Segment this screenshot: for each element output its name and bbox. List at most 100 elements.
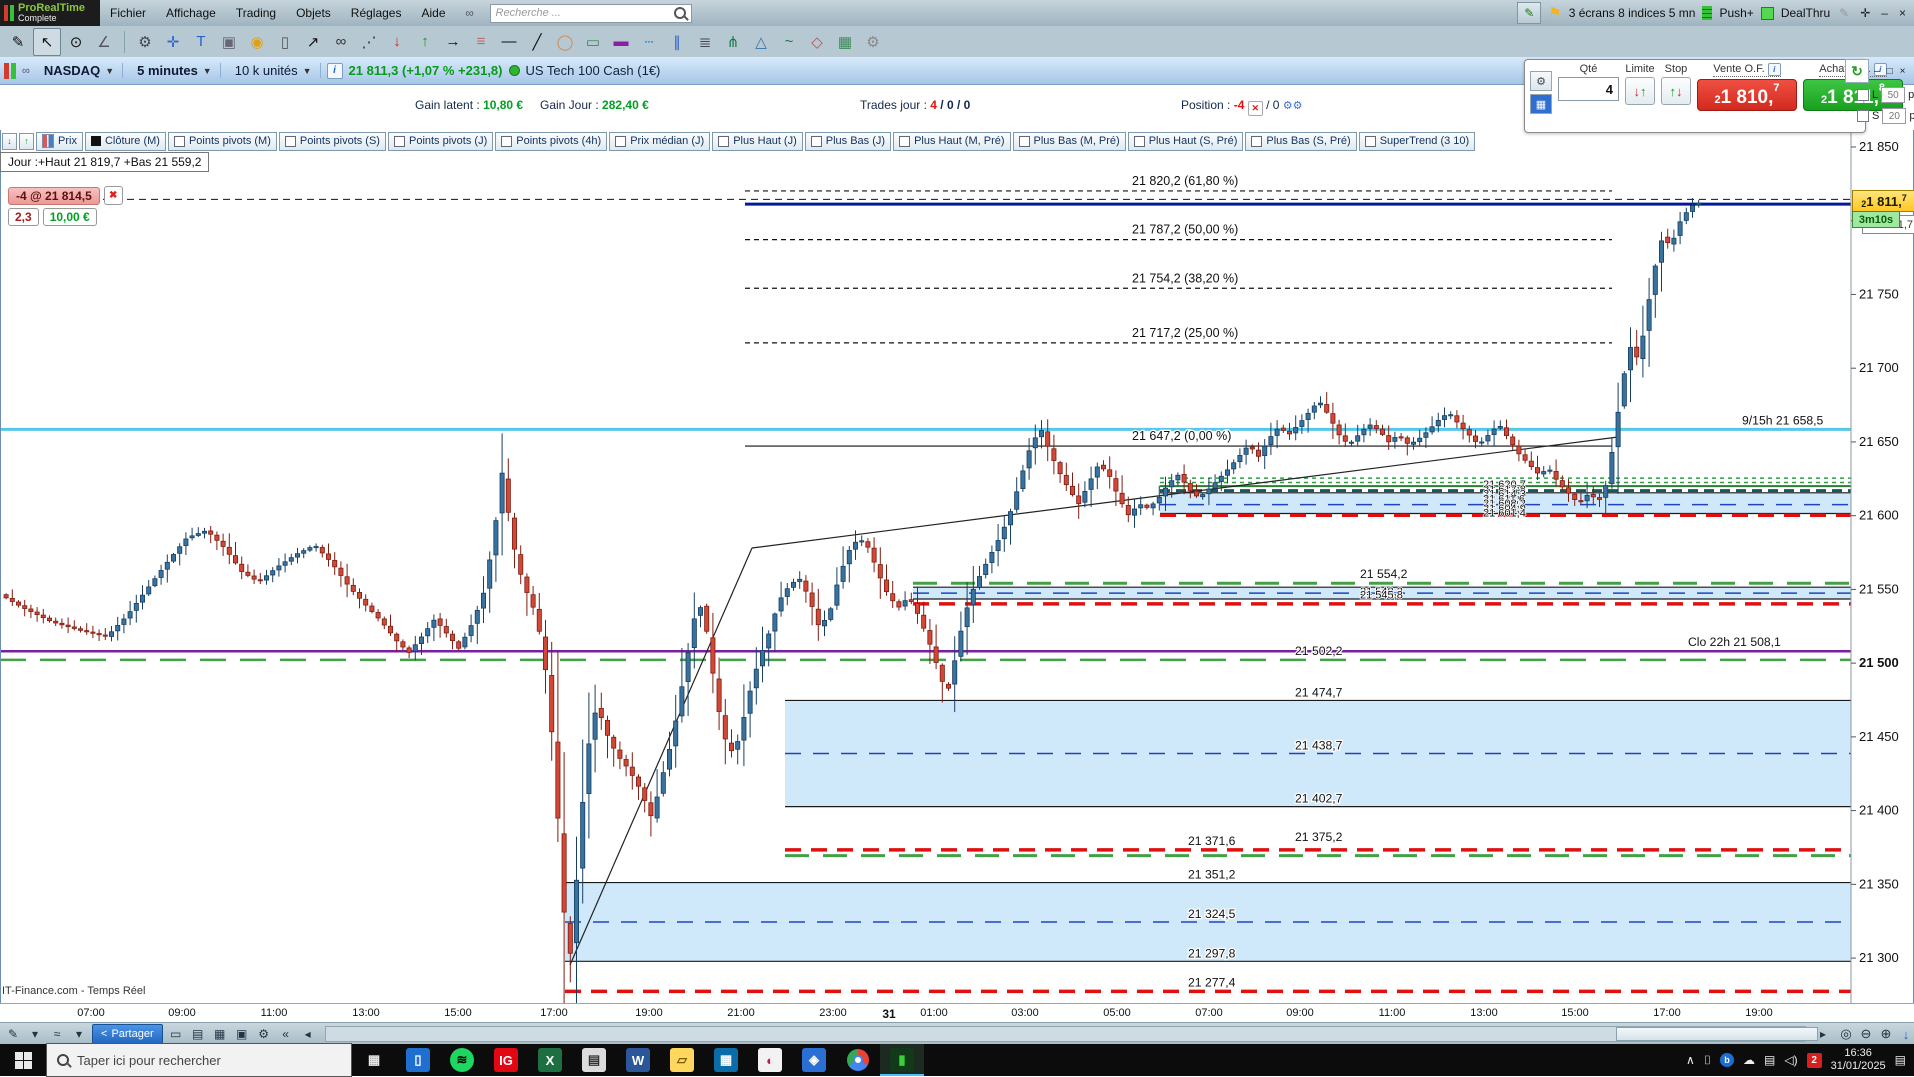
zoom-out-icon[interactable]: ⊖ <box>1856 1025 1876 1043</box>
grid-icon[interactable]: ▦ <box>832 29 858 55</box>
link-icon[interactable]: ∞ <box>457 0 483 26</box>
settings-icon[interactable]: ⚙ <box>860 29 886 55</box>
indicator-checkbox[interactable] <box>501 135 513 147</box>
text-icon[interactable]: T <box>188 29 214 55</box>
indicator-checkbox[interactable] <box>284 135 296 147</box>
candle-icon[interactable] <box>42 134 54 148</box>
comment-icon[interactable]: ▭ <box>165 1025 187 1043</box>
indicator-checkbox[interactable] <box>899 135 911 147</box>
tray-chevron-icon[interactable]: ∧ <box>1686 1053 1695 1067</box>
chart-type-icon[interactable]: ≈ <box>46 1025 68 1043</box>
pin-icon[interactable]: ✛ <box>1858 6 1872 20</box>
scroll-up-indicator-icon[interactable]: ↑ <box>19 132 34 150</box>
workspace-label[interactable]: 3 écrans 8 indices 5 mn <box>1569 6 1696 20</box>
diagline-icon[interactable]: ╱ <box>524 29 550 55</box>
menu-item-objets[interactable]: Objets <box>286 6 341 20</box>
polyline-icon[interactable]: ⋰ <box>356 29 382 55</box>
parallel-icon[interactable]: ≡ <box>468 29 494 55</box>
push-label[interactable]: Push+ <box>1719 6 1753 20</box>
volume-icon[interactable]: ◁) <box>1784 1053 1797 1067</box>
indicator-chip-plus-bas-j-[interactable]: Plus Bas (J) <box>804 131 892 151</box>
excel-icon[interactable]: X <box>528 1044 572 1076</box>
indicator-chip-prix-m-dian-j-[interactable]: Prix médian (J) <box>609 131 711 151</box>
taskbar-search-input[interactable]: Taper ici pour rechercher <box>46 1043 352 1077</box>
word-icon[interactable]: W <box>616 1044 660 1076</box>
ig-app-icon[interactable]: IG <box>484 1044 528 1076</box>
report-icon[interactable]: ▤ <box>187 1025 209 1043</box>
menu-item-trading[interactable]: Trading <box>226 6 286 20</box>
zoom-fit-icon[interactable]: ◎ <box>1836 1025 1856 1043</box>
timeframe-dropdown[interactable]: 5 minutes ▼ <box>129 63 221 78</box>
indicator-chip-points-pivots-m-[interactable]: Points pivots (M) <box>167 131 277 151</box>
chart-scrollbar[interactable] <box>324 1026 1818 1042</box>
indicator-chip-plus-bas-m-pr-[interactable]: Plus Bas (M, Pré) <box>1012 131 1126 151</box>
blue-dash-icon[interactable]: ┄ <box>636 29 662 55</box>
phone-app-icon[interactable]: ▯ <box>396 1044 440 1076</box>
indicator-checkbox[interactable] <box>810 135 822 147</box>
refresh-icon[interactable]: ↻ <box>1845 59 1869 83</box>
units-dropdown[interactable]: 10 k unités ▼ <box>227 63 321 78</box>
draw-tool-icon[interactable]: ✎ <box>2 1025 24 1043</box>
ruler-icon[interactable]: ∠ <box>91 29 117 55</box>
scroll-down-icon[interactable]: ↓ <box>1896 1025 1914 1043</box>
segment-icon[interactable]: ∞ <box>328 29 354 55</box>
indicator-checkbox[interactable] <box>615 135 627 147</box>
zoom-icon[interactable]: ⊙ <box>63 29 89 55</box>
arrow-down-icon[interactable]: ↓ <box>384 29 410 55</box>
trendarrow-icon[interactable]: ↗ <box>300 29 326 55</box>
indicator-chip-plus-haut-m-pr-[interactable]: Plus Haut (M, Pré) <box>893 131 1011 151</box>
scroll-left-icon[interactable]: ◂ <box>297 1025 319 1043</box>
calculator-icon[interactable]: ▦ <box>704 1044 748 1076</box>
order-settings-icon[interactable]: ⚙ <box>1530 71 1552 91</box>
notes-icon[interactable]: ✎ <box>1517 2 1542 24</box>
edit-mode-icon[interactable]: ✎ <box>1837 6 1851 20</box>
pattern-icon[interactable]: △ <box>748 29 774 55</box>
indicator-checkbox[interactable] <box>1364 135 1376 147</box>
channel-icon[interactable]: ∥ <box>664 29 690 55</box>
qty-input[interactable]: 4 <box>1558 77 1619 101</box>
printer-icon[interactable]: ▤ <box>572 1044 616 1076</box>
share-button[interactable]: < Partager <box>92 1024 163 1044</box>
instrument-dropdown[interactable]: NASDAQ ▼ <box>36 63 124 78</box>
indicator-chip-supertrend-3-10-[interactable]: SuperTrend (3 10) <box>1358 131 1476 151</box>
limit-order-button[interactable]: ↓ ↑ <box>1625 77 1655 105</box>
abcd-icon[interactable]: ◇ <box>804 29 830 55</box>
minimize-icon[interactable]: – <box>1872 66 1882 77</box>
task-view-icon[interactable]: ▦ <box>352 1044 396 1076</box>
keyboard-icon[interactable]: ▦ <box>1530 94 1552 114</box>
menu-item-aide[interactable]: Aide <box>411 6 455 20</box>
trash-icon[interactable]: ▯ <box>272 29 298 55</box>
pitchfork-icon[interactable]: ⋔ <box>720 29 746 55</box>
info-icon[interactable]: i <box>1767 63 1781 76</box>
indicator-chip-plus-haut-j-[interactable]: Plus Haut (J) <box>712 131 803 151</box>
flag-icon[interactable]: ⚑ <box>1548 4 1561 22</box>
move-icon[interactable]: ✛ <box>160 29 186 55</box>
paint-icon[interactable]: ◐ <box>748 1044 792 1076</box>
scrollbar-thumb[interactable] <box>1615 1027 1818 1041</box>
indicator-chip-points-pivots-j-[interactable]: Points pivots (J) <box>387 131 494 151</box>
cursor-icon[interactable]: ↖ <box>33 27 61 56</box>
taskbar-clock[interactable]: 16:36 31/01/2025 <box>1831 1047 1886 1073</box>
explorer-icon[interactable]: ▱ <box>660 1044 704 1076</box>
indicator-chip-cl-ture-m-[interactable]: Clôture (M) <box>84 131 166 151</box>
indicator-checkbox[interactable] <box>1133 135 1145 147</box>
indicator-checkbox[interactable] <box>1018 135 1030 147</box>
menu-item-affichage[interactable]: Affichage <box>156 6 226 20</box>
close-icon[interactable]: × <box>1898 66 1908 77</box>
indicator-checkbox[interactable] <box>173 135 185 147</box>
wave-icon[interactable]: ~ <box>776 29 802 55</box>
limit-checkbox[interactable] <box>1857 89 1869 101</box>
dealthru-label[interactable]: DealThru <box>1781 6 1830 20</box>
menu-item-réglages[interactable]: Réglages <box>341 6 412 20</box>
pencil-icon[interactable]: ✎ <box>5 29 31 55</box>
indicator-chip-points-pivots-s-[interactable]: Points pivots (S) <box>278 131 386 151</box>
global-search-input[interactable]: Recherche ... <box>489 3 692 23</box>
alert-icon[interactable]: ◉ <box>244 29 270 55</box>
zoom-in-icon[interactable]: ⊕ <box>1876 1025 1896 1043</box>
stop-pts-input[interactable]: 20 <box>1882 108 1907 124</box>
wrench-icon[interactable]: ⚙ <box>253 1025 275 1043</box>
price-axis[interactable]: 21 85021 80021 75021 70021 65021 60021 5… <box>1850 125 1899 1003</box>
gear-icon[interactable]: ⚙⚙ <box>1283 100 1303 112</box>
chart-copy-icon[interactable]: ▣ <box>231 1025 253 1043</box>
phone-link-icon[interactable]: ⌷ <box>1704 1053 1711 1068</box>
